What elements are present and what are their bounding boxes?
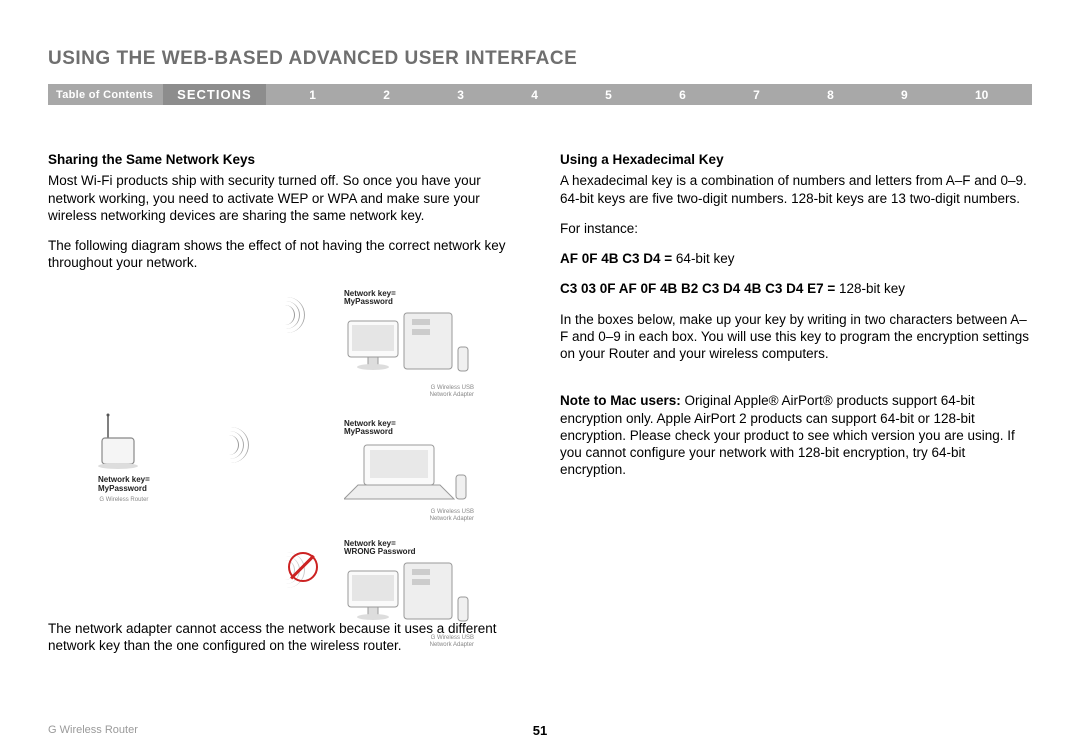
signal-icon	[284, 295, 314, 335]
router-key-l2: MyPassword	[98, 484, 147, 493]
right-p1: A hexadecimal key is a combination of nu…	[560, 172, 1032, 207]
left-column: Sharing the Same Network Keys Most Wi-Fi…	[48, 151, 520, 667]
dev1-ad-l1: G Wireless USB	[431, 385, 474, 391]
dev3-key-l2: WRONG Password	[344, 547, 416, 556]
dev1-key-l2: MyPassword	[344, 297, 393, 306]
page-title: USING THE WEB-BASED ADVANCED USER INTERF…	[48, 48, 1032, 70]
laptop-icon	[344, 441, 474, 505]
dev2-ad-l2: Network Adapter	[430, 516, 474, 522]
ex2-rest: 128-bit key	[835, 281, 905, 296]
section-link-3[interactable]: 3	[457, 88, 464, 102]
section-link-1[interactable]: 1	[309, 88, 316, 102]
section-link-7[interactable]: 7	[753, 88, 760, 102]
desktop-icon	[344, 311, 474, 381]
dev3-ad-l1: G Wireless USB	[431, 635, 474, 641]
left-p1: Most Wi-Fi products ship with security t…	[48, 172, 520, 224]
dev2-ad-l1: G Wireless USB	[431, 509, 474, 515]
note-bold: Note to Mac users:	[560, 393, 681, 408]
left-p2: The following diagram shows the effect o…	[48, 237, 520, 272]
footer: G Wireless Router 51	[48, 724, 1032, 736]
footer-product: G Wireless Router	[48, 724, 138, 736]
ex2-bold: C3 03 0F AF 0F 4B B2 C3 D4 4B C3 D4 E7 =	[560, 281, 835, 296]
section-nav-bar: Table of Contents SECTIONS 1 2 3 4 5 6 7 8 9 10	[48, 84, 1032, 105]
sections-label: SECTIONS	[163, 84, 265, 105]
dev2-key-l2: MyPassword	[344, 427, 393, 436]
right-column: Using a Hexadecimal Key A hexadecimal ke…	[560, 151, 1032, 667]
right-heading: Using a Hexadecimal Key	[560, 151, 1032, 168]
left-heading: Sharing the Same Network Keys	[48, 151, 520, 168]
section-link-10[interactable]: 10	[975, 88, 988, 102]
section-link-8[interactable]: 8	[827, 88, 834, 102]
right-p3: In the boxes below, make up your key by …	[560, 311, 1032, 363]
section-link-9[interactable]: 9	[901, 88, 908, 102]
right-p2: For instance:	[560, 220, 1032, 237]
section-link-2[interactable]: 2	[383, 88, 390, 102]
dev2-key-l1: Network key=	[344, 419, 396, 428]
desktop-icon	[344, 561, 474, 631]
router-key-l1: Network key=	[98, 475, 150, 484]
dev1-ad-l2: Network Adapter	[430, 392, 474, 398]
dev3-key-l1: Network key=	[344, 539, 396, 548]
signal-icon	[228, 425, 258, 465]
section-link-5[interactable]: 5	[605, 88, 612, 102]
ex1-bold: AF 0F 4B C3 D4 =	[560, 251, 672, 266]
section-link-6[interactable]: 6	[679, 88, 686, 102]
dev3-ad-l2: Network Adapter	[430, 642, 474, 648]
network-diagram: Network key= MyPassword G Wireless Route…	[98, 290, 520, 600]
page-number: 51	[533, 723, 547, 738]
section-link-4[interactable]: 4	[531, 88, 538, 102]
router-label: G Wireless Router	[98, 497, 150, 504]
toc-link[interactable]: Table of Contents	[48, 89, 153, 101]
dev1-key-l1: Network key=	[344, 289, 396, 298]
prohibited-icon	[288, 552, 318, 582]
ex1-rest: 64-bit key	[672, 251, 734, 266]
router-icon	[98, 410, 148, 470]
